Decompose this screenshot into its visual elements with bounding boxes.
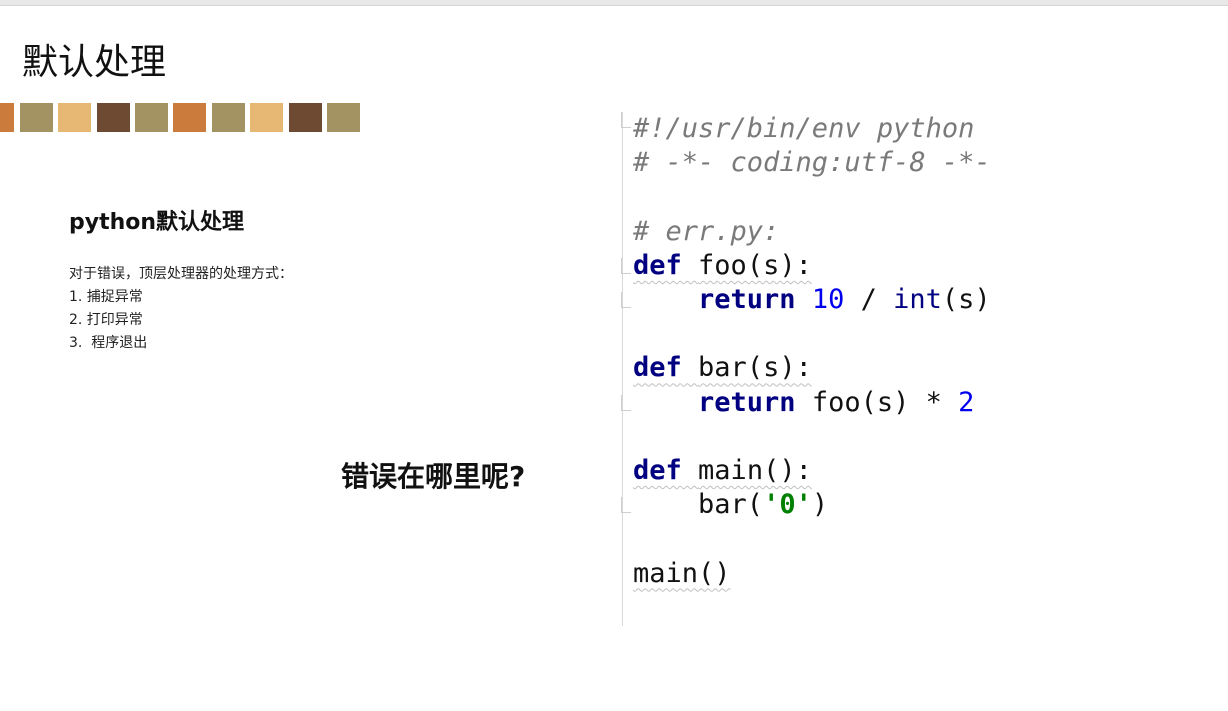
function-foo-signature: foo(s): — [698, 249, 812, 281]
encoding-comment: # -*- coding:utf-8 -*- — [633, 147, 991, 179]
description-item: 3. 程序退出 — [69, 335, 148, 351]
code-panel: #!/usr/bin/env python # -*- coding:utf-8… — [621, 112, 1228, 626]
code-line: def bar(s): — [633, 352, 812, 383]
color-swatch — [250, 103, 283, 132]
color-swatch — [20, 103, 53, 132]
function-main-signature: main(): — [698, 455, 812, 487]
number-literal: 2 — [958, 386, 975, 418]
keyword-return: return — [698, 386, 796, 418]
function-bar-signature: bar(s): — [698, 352, 812, 384]
call-args: (s) — [941, 284, 991, 316]
question-text: 错误在哪里呢? — [341, 460, 526, 493]
code-line: def main(): — [633, 455, 812, 486]
number-literal: 10 — [811, 284, 845, 316]
bar-call-open: bar( — [698, 489, 764, 521]
bar-call-close: ) — [811, 489, 829, 521]
main-call: main() — [633, 557, 731, 589]
code-editor[interactable]: #!/usr/bin/env python # -*- coding:utf-8… — [633, 112, 991, 591]
builtin-int: int — [893, 284, 942, 316]
fold-marker-icon[interactable] — [621, 112, 632, 128]
description-item: 1. 捕捉异常 — [69, 289, 143, 305]
keyword-def: def — [633, 352, 682, 384]
color-swatch — [289, 103, 322, 132]
code-gutter — [622, 112, 623, 626]
description-item: 2. 打印异常 — [69, 312, 143, 328]
operator-divide: / — [844, 284, 894, 316]
fold-marker-icon[interactable] — [621, 497, 632, 513]
fold-marker-icon[interactable] — [621, 292, 632, 308]
fold-marker-icon[interactable] — [621, 258, 632, 274]
color-swatch — [58, 103, 91, 132]
color-swatch — [212, 103, 245, 132]
shebang-comment: #!/usr/bin/env python — [633, 113, 975, 144]
color-swatch — [0, 103, 14, 132]
string-literal: '0' — [763, 489, 812, 521]
keyword-return: return — [698, 284, 796, 316]
description-intro: 对于错误，顶层处理器的处理方式： — [69, 266, 293, 282]
keyword-def: def — [633, 455, 682, 487]
foo-call-expression: foo(s) * — [811, 386, 959, 418]
file-comment: # err.py: — [633, 215, 780, 247]
section-heading: python默认处理 — [69, 210, 245, 235]
color-swatch — [173, 103, 206, 132]
color-swatch — [327, 103, 360, 132]
color-swatch — [97, 103, 130, 132]
color-swatch — [135, 103, 168, 132]
code-line: def foo(s): — [633, 250, 812, 281]
keyword-def: def — [633, 249, 682, 281]
slide-title: 默认处理 — [22, 42, 167, 83]
fold-marker-icon[interactable] — [621, 395, 632, 411]
description-list: 对于错误，顶层处理器的处理方式： 1. 捕捉异常 2. 打印异常 3. 程序退出 — [69, 263, 293, 355]
window-top-border — [0, 0, 1228, 6]
